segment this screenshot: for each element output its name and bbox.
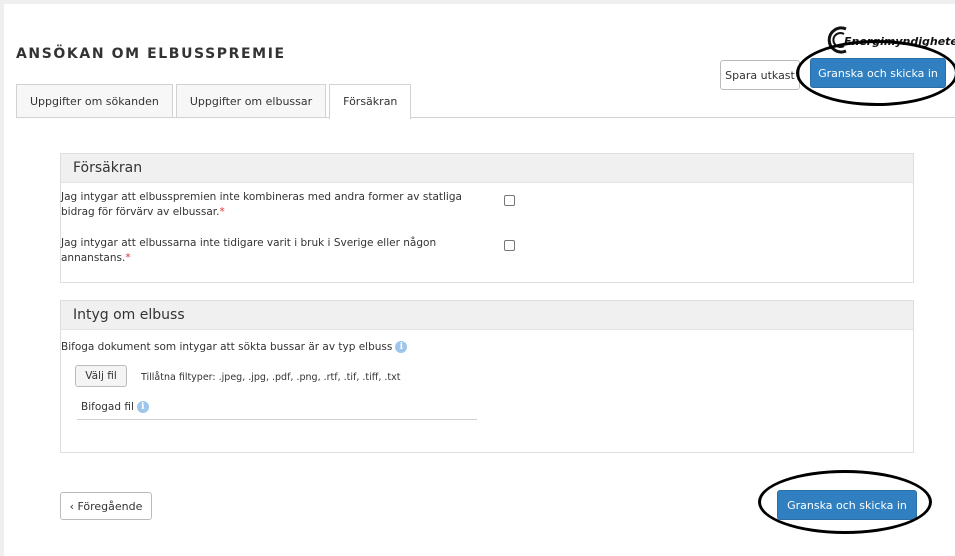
required-marker: * [219, 206, 225, 218]
attached-file-underline [77, 419, 477, 420]
question-2-text: Jag intygar att elbussarna inte tidigare… [61, 237, 437, 264]
previous-button[interactable]: ‹ Föregående [60, 492, 152, 520]
tab-forsakran[interactable]: Försäkran [329, 84, 412, 119]
tab-divider [16, 117, 955, 118]
info-icon[interactable]: i [136, 401, 149, 413]
logo-text: Energimyndigheten [844, 35, 955, 48]
allowed-file-types: Tillåtna filtyper: .jpeg, .jpg, .pdf, .p… [141, 372, 401, 383]
question-2-checkbox[interactable] [504, 240, 515, 251]
page-title: ANSÖKAN OM ELBUSSPREMIE [16, 46, 286, 62]
tab-uppgifter-elbussar[interactable]: Uppgifter om elbussar [175, 84, 327, 118]
tab-uppgifter-sokanden[interactable]: Uppgifter om sökanden [16, 84, 173, 118]
review-submit-button-top[interactable]: Granska och skicka in [810, 58, 946, 88]
save-draft-button[interactable]: Spara utkast [720, 60, 800, 90]
attach-instruction: Bifoga dokument som intygar att sökta bu… [61, 341, 408, 353]
forsakran-panel: Försäkran Jag intygar att elbusspremien … [60, 153, 914, 283]
review-submit-button-bottom[interactable]: Granska och skicka in [777, 490, 917, 520]
forsakran-heading: Försäkran [61, 154, 913, 183]
attach-instruction-text: Bifoga dokument som intygar att sökta bu… [61, 341, 393, 353]
tab-bar: Uppgifter om sökanden Uppgifter om elbus… [16, 84, 414, 119]
attached-file-label: Bifogad fil i [81, 401, 149, 413]
choose-file-button[interactable]: Välj fil [75, 365, 127, 387]
question-1-checkbox[interactable] [504, 195, 515, 206]
question-1: Jag intygar att elbusspremien inte kombi… [61, 190, 481, 220]
attached-file-text: Bifogad fil [81, 401, 134, 413]
question-2: Jag intygar att elbussarna inte tidigare… [61, 236, 471, 266]
page: ANSÖKAN OM ELBUSSPREMIE Energimyndighete… [4, 4, 955, 556]
question-1-text: Jag intygar att elbusspremien inte kombi… [61, 191, 462, 218]
intyg-heading: Intyg om elbuss [61, 301, 913, 330]
intyg-panel: Intyg om elbuss Bifoga dokument som inty… [60, 300, 914, 453]
required-marker: * [125, 252, 131, 264]
info-icon[interactable]: i [395, 341, 408, 353]
